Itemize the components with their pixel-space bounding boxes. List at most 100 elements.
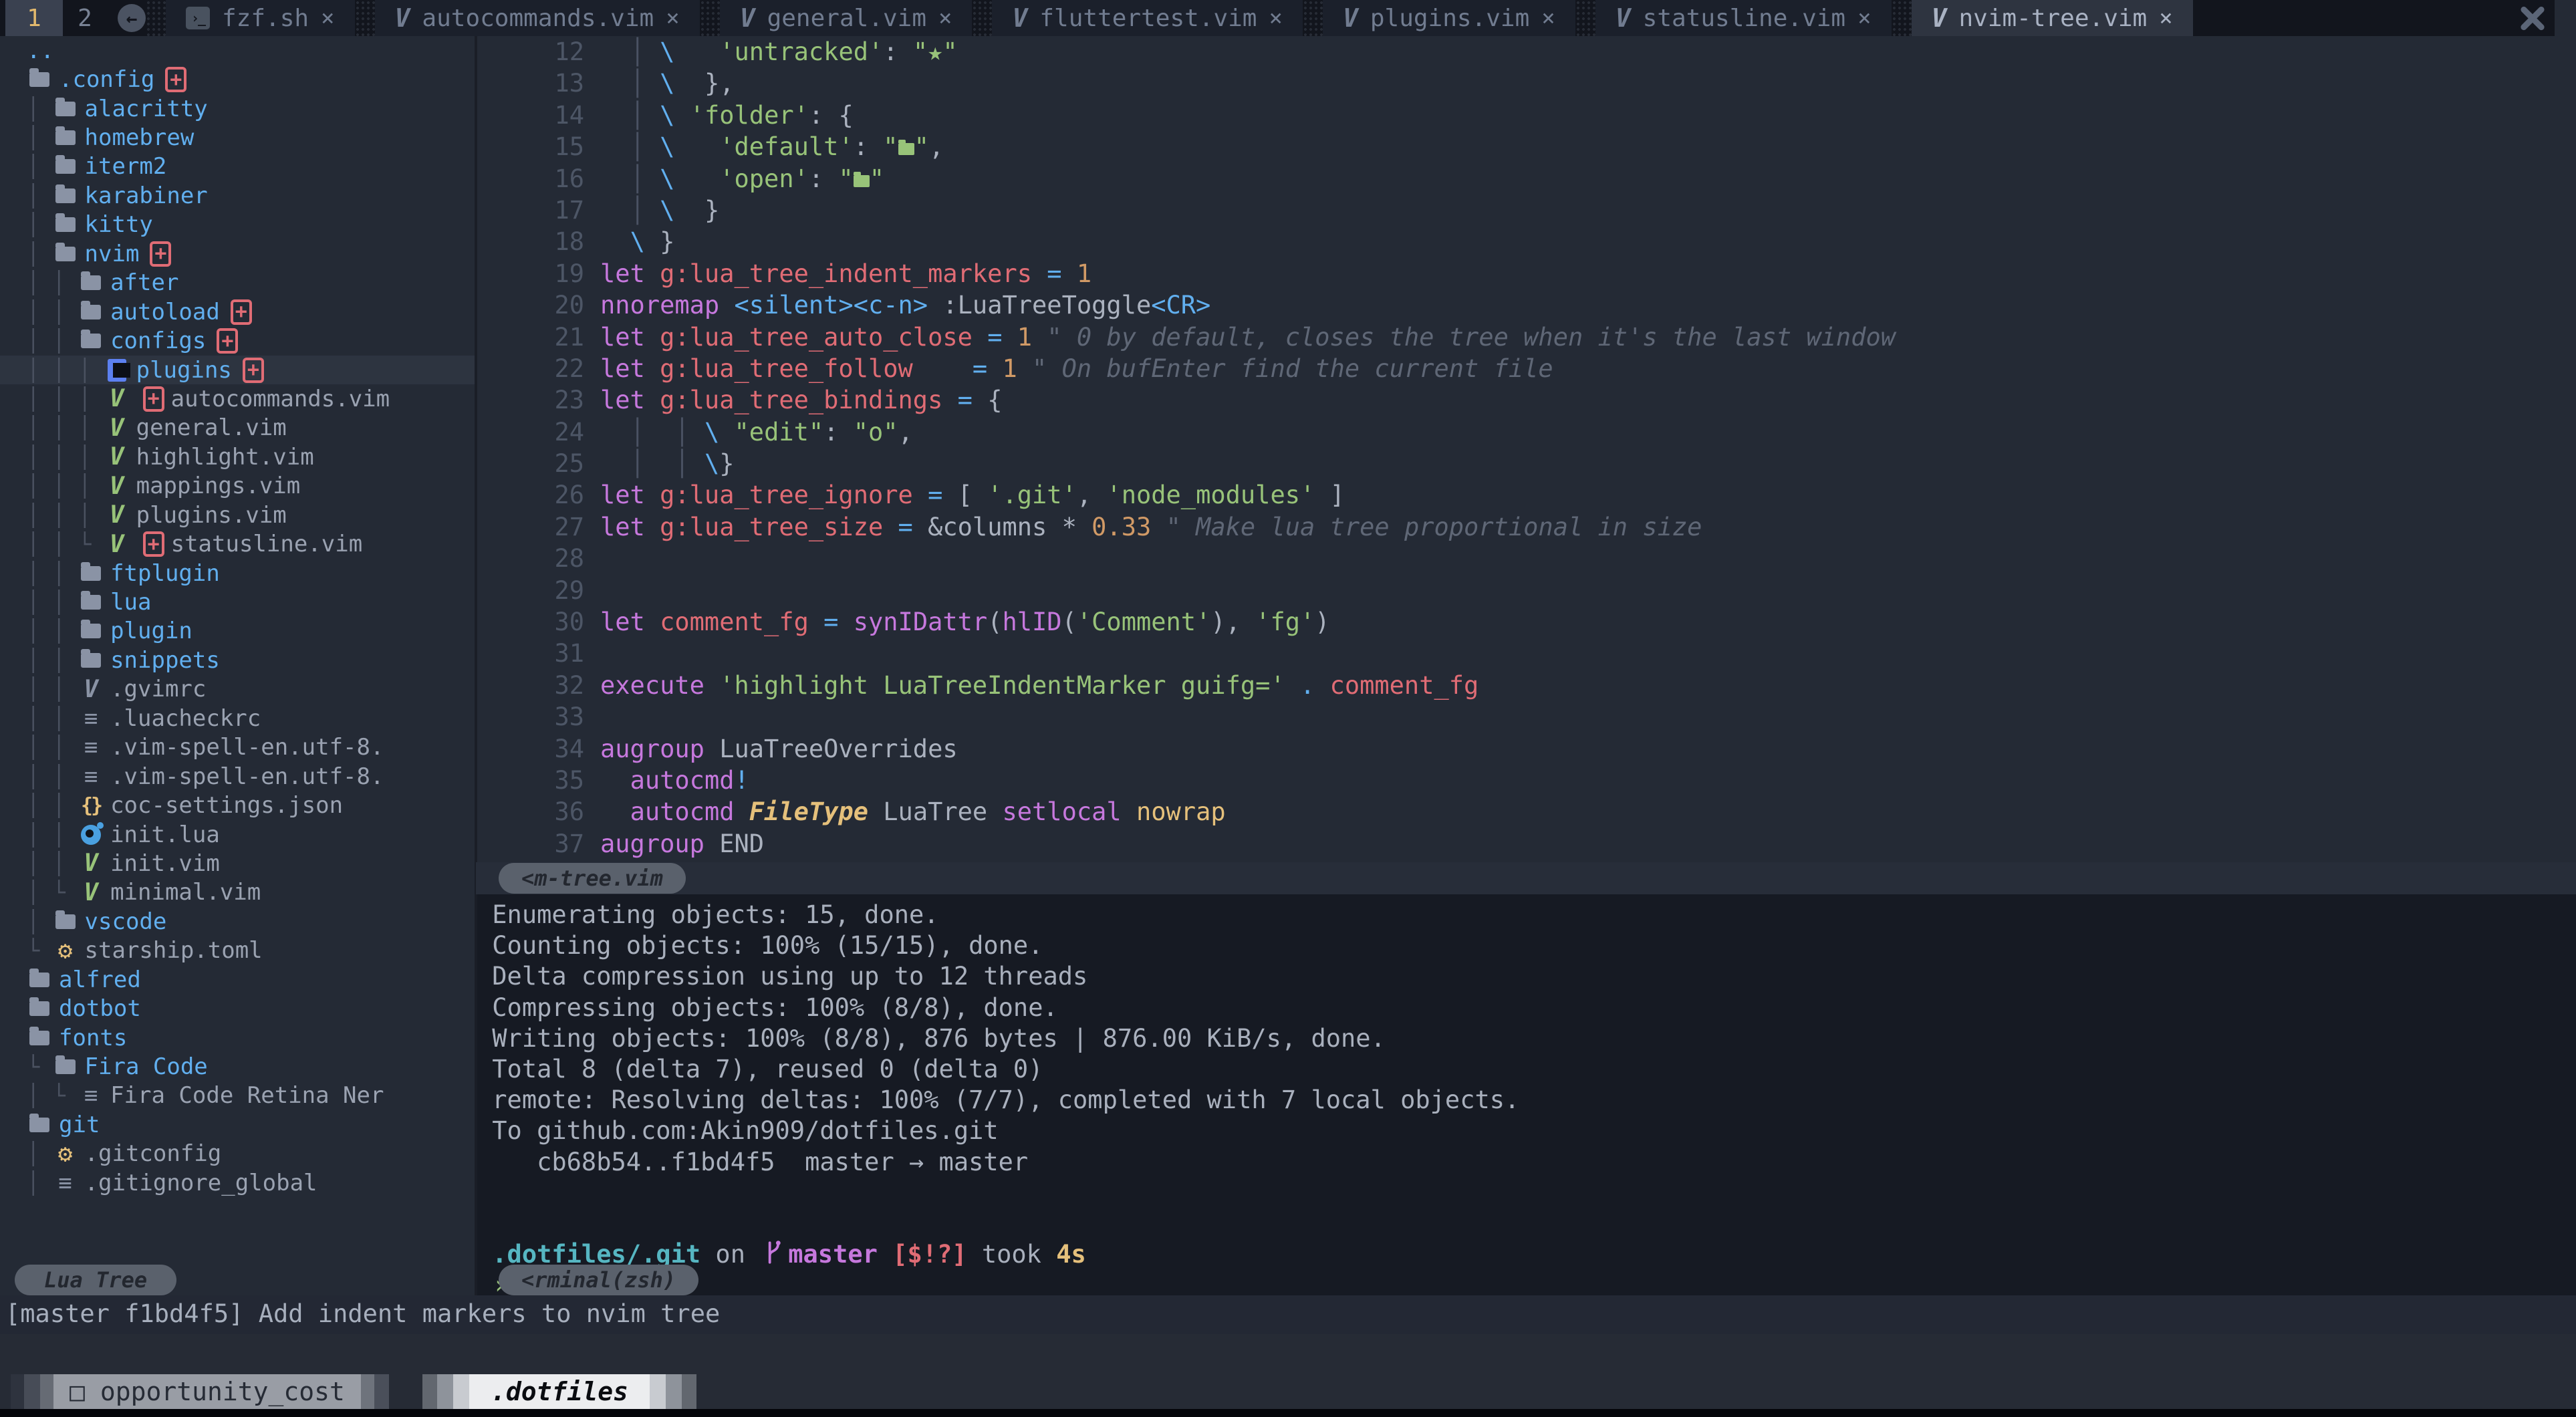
tab-autocommands.vim[interactable]: Vautocommands.vim× (375, 0, 700, 36)
tmux-window-number[interactable]: 2 (63, 0, 107, 36)
tree-item-ftplugin[interactable]: │ │ ftplugin (0, 559, 475, 588)
code-line-24: 24 │ │ \ "edit": "o", (477, 416, 2576, 448)
terminal-line: .dotfiles/.git on master [$!?] took 4s (477, 1239, 2576, 1270)
folder-open-icon (53, 247, 78, 261)
tree-indent-guides: │ │ (27, 793, 78, 818)
tab-close-icon[interactable]: × (938, 5, 952, 31)
tree-item-general.vim[interactable]: │ │ │ Vgeneral.vim (0, 414, 475, 442)
tree-item-label: nvim (85, 241, 140, 267)
tab-statusline.vim[interactable]: Vstatusline.vim× (1595, 0, 1892, 36)
tree-item-Fira Code Retina Ner[interactable]: │ └ ≡Fira Code Retina Ner (0, 1081, 475, 1110)
vim-file-icon: V (78, 676, 104, 703)
tree-indent-guides: └ (27, 1054, 53, 1079)
line-number: 22 (477, 353, 600, 384)
tree-item-.gitconfig[interactable]: │ ⚙.gitconfig (0, 1140, 475, 1168)
tree-item-homebrew[interactable]: │ homebrew (0, 123, 475, 152)
tree-indent-guides: │ │ (27, 299, 78, 325)
tree-item-after[interactable]: │ │ after (0, 269, 475, 297)
tree-item-label: plugins (136, 357, 232, 384)
tree-item-git[interactable]: git (0, 1110, 475, 1139)
tree-item-.gitignore_global[interactable]: │ ≡.gitignore_global (0, 1168, 475, 1197)
tree-item-autoload[interactable]: │ │ autoload+ (0, 297, 475, 326)
tree-item-..[interactable]: .. (0, 36, 475, 65)
code-line-20: 20nnoremap <silent><c-n> :LuaTreeToggle<… (477, 289, 2576, 321)
tree-item-.vim-spell-en.utf-8.[interactable]: │ │ ≡.vim-spell-en.utf-8. (0, 762, 475, 791)
tree-item-alfred[interactable]: alfred (0, 965, 475, 994)
code-text: │ \ } (600, 195, 719, 226)
tree-item-label: mappings.vim (136, 473, 301, 499)
tab-plugins.vim[interactable]: Vplugins.vim × (1323, 0, 1575, 36)
tree-indent-guides: │ │ └ (27, 531, 104, 557)
back-arrow-icon[interactable]: ← (118, 4, 146, 32)
tree-indent-guides: │ (27, 1141, 53, 1166)
code-line-26: 26let g:lua_tree_ignore = [ '.git', 'nod… (477, 479, 2576, 511)
tree-item-vscode[interactable]: │ vscode (0, 907, 475, 936)
tree-item-coc-settings.json[interactable]: │ │ {}coc-settings.json (0, 791, 475, 819)
text-file-icon: ≡ (53, 1170, 78, 1196)
tree-item-alacritty[interactable]: │ alacritty (0, 94, 475, 123)
tree-item-label: .luacheckrc (110, 705, 261, 732)
tree-item-Fira Code[interactable]: └ Fira Code (0, 1052, 475, 1081)
terminal-pane[interactable]: Enumerating objects: 15, done. Counting … (477, 894, 2576, 1301)
tree-item-lua[interactable]: │ │ lua (0, 588, 475, 616)
tree-item-highlight.vim[interactable]: │ │ │ Vhighlight.vim (0, 442, 475, 471)
tree-item-kitty[interactable]: │ kitty (0, 211, 475, 239)
tree-item-snippets[interactable]: │ │ snippets (0, 646, 475, 674)
tree-item-label: minimal.vim (110, 879, 261, 906)
tab-close-icon[interactable]: × (1269, 5, 1282, 31)
tree-indent-guides: │ │ (27, 764, 78, 789)
tree-item-label: alfred (59, 967, 141, 993)
tree-item-plugins.vim[interactable]: │ │ │ Vplugins.vim (0, 501, 475, 529)
tree-item-starship.toml[interactable]: └ ⚙starship.toml (0, 936, 475, 965)
tree-item-autocommands.vim[interactable]: │ │ │ V+autocommands.vim (0, 384, 475, 413)
lua-file-icon (78, 825, 104, 845)
tree-item-mappings.vim[interactable]: │ │ │ Vmappings.vim (0, 472, 475, 501)
line-number: 34 (477, 733, 600, 765)
tree-item-dotbot[interactable]: dotbot (0, 994, 475, 1023)
tree-item-fonts[interactable]: fonts (0, 1023, 475, 1052)
tab-close-icon[interactable]: × (666, 5, 679, 31)
tree-item-karabiner[interactable]: │ karabiner (0, 181, 475, 210)
file-tree-sidebar: ...config+│ alacritty│ homebrew│ iterm2│… (0, 36, 475, 1295)
tab-close-icon[interactable]: × (2159, 5, 2172, 31)
tab-close-icon[interactable]: × (1541, 5, 1555, 31)
window-close-icon[interactable] (2519, 4, 2547, 32)
code-line-32: 32execute 'highlight LuaTreeIndentMarker… (477, 670, 2576, 701)
tab-label: plugins.vim (1370, 5, 1529, 32)
vim-icon: V (1343, 3, 1358, 33)
tree-item-plugins[interactable]: │ │ │ plugins+ (0, 356, 475, 384)
tab-fluttertest.vim[interactable]: Vfluttertest.vim× (992, 0, 1302, 36)
tree-item-.config[interactable]: .config+ (0, 65, 475, 94)
tree-item-nvim[interactable]: │ nvim+ (0, 239, 475, 268)
tab-fzf.sh[interactable]: ›_fzf.sh× (166, 0, 355, 36)
tab-close-icon[interactable]: × (321, 5, 334, 31)
vim-file-icon: V (78, 850, 104, 877)
tmux-session-opportunity-cost[interactable]: □ opportunity_cost (53, 1374, 361, 1409)
tmux-window-number[interactable]: 1 (5, 0, 63, 36)
tree-item-configs[interactable]: │ │ configs+ (0, 326, 475, 355)
tree-indent-guides: │ │ (27, 561, 78, 586)
line-number: 16 (477, 163, 600, 195)
tree-item-statusline.vim[interactable]: │ │ └ V+statusline.vim (0, 529, 475, 558)
tree-indent-guides: │ (27, 909, 53, 934)
git-unstaged-icon: + (243, 358, 264, 383)
tmux-session-dotfiles[interactable]: .dotfiles (469, 1374, 650, 1409)
tab-general.vim[interactable]: Vgeneral.vim× (720, 0, 973, 36)
tree-item-minimal.vim[interactable]: │ └ Vminimal.vim (0, 878, 475, 907)
code-text: autocmd FileType LuaTree setlocal nowrap (600, 796, 1226, 827)
tree-indent-guides: │ (27, 1170, 53, 1196)
code-editor[interactable]: 12 │ \ 'untracked': "★"13 │ \ },14 │ \ '… (477, 36, 2576, 862)
tree-item-init.lua[interactable]: │ │ init.lua (0, 820, 475, 849)
code-line-25: 25 │ │ \} (477, 448, 2576, 479)
tree-item-init.vim[interactable]: │ │ Vinit.vim (0, 849, 475, 878)
tab-nvim-tree.vim[interactable]: Vnvim-tree.vim× (1912, 0, 2193, 36)
folder-icon (53, 914, 78, 929)
tree-item-plugin[interactable]: │ │ plugin (0, 617, 475, 646)
tab-close-icon[interactable]: × (1857, 5, 1871, 31)
tree-item-iterm2[interactable]: │ iterm2 (0, 152, 475, 181)
tree-item-.luacheckrc[interactable]: │ │ ≡.luacheckrc (0, 704, 475, 733)
terminal-icon: ›_ (186, 7, 210, 29)
tree-item-.vim-spell-en.utf-8.[interactable]: │ │ ≡.vim-spell-en.utf-8. (0, 733, 475, 762)
line-number: 13 (477, 68, 600, 99)
tree-item-.gvimrc[interactable]: │ │ V.gvimrc (0, 675, 475, 704)
